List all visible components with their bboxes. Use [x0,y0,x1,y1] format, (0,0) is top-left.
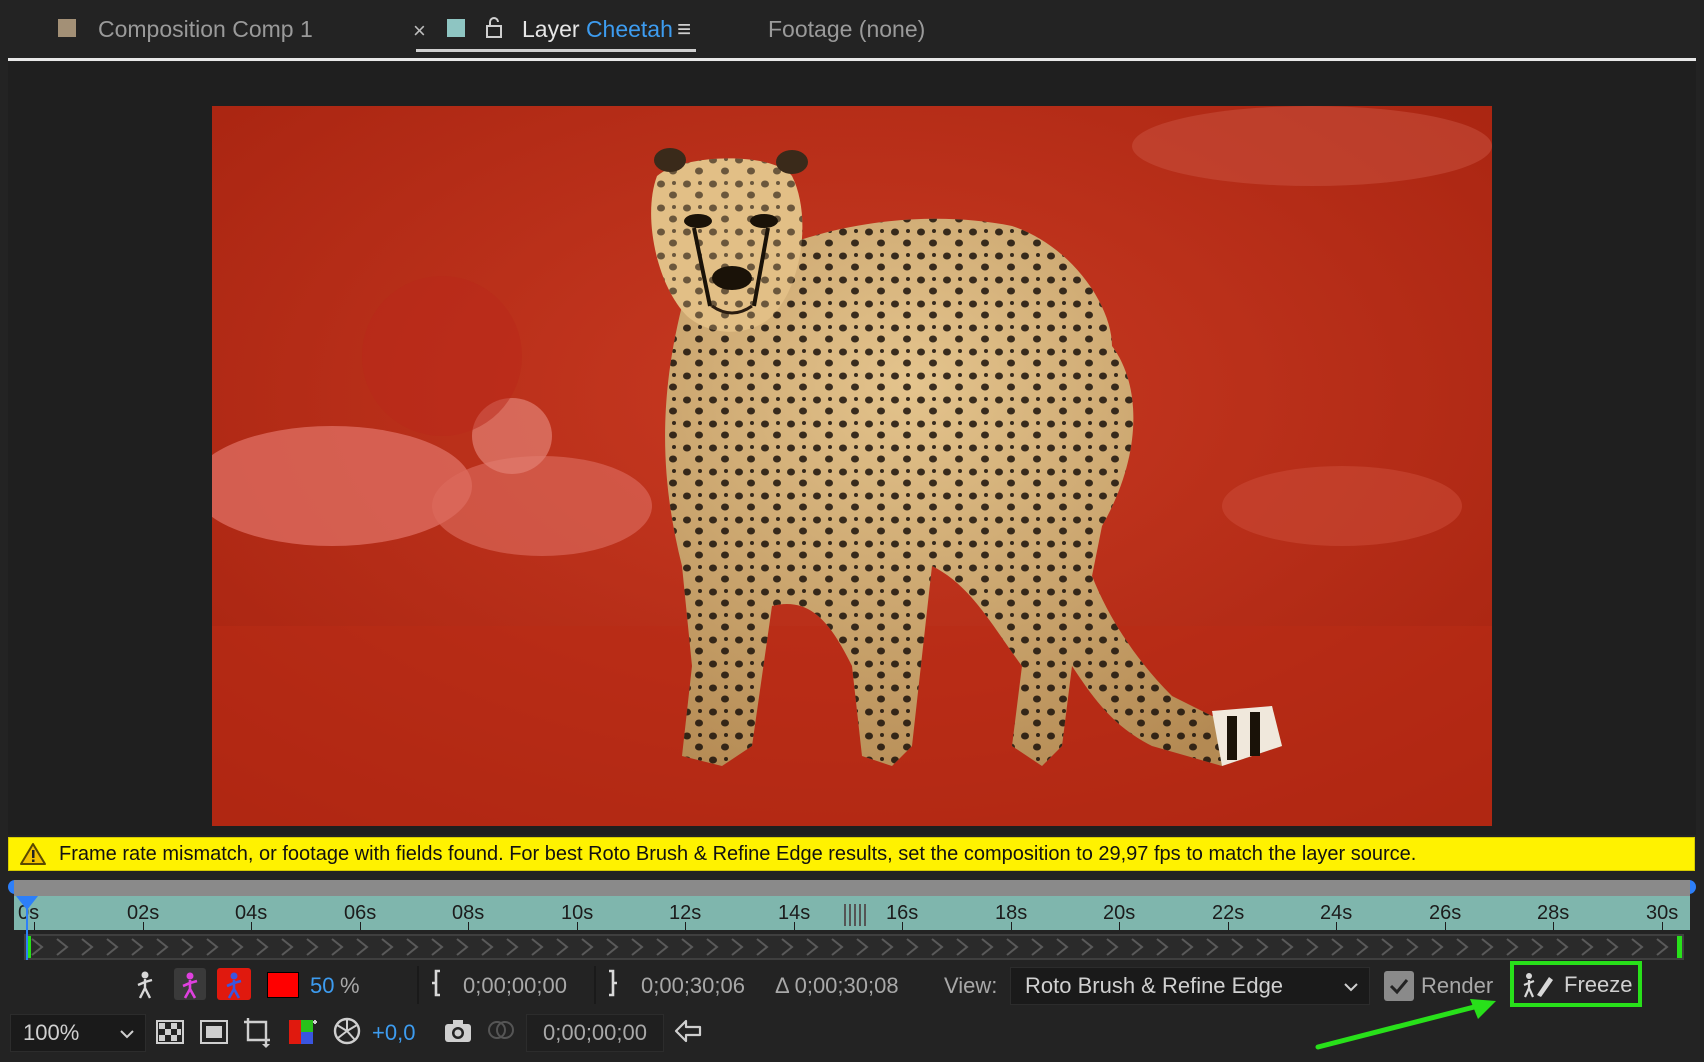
tab-layer[interactable]: Layer Cheetah [522,16,673,43]
composition-color-swatch [58,19,76,37]
set-in-point-icon[interactable] [430,968,446,1003]
set-out-point-icon[interactable] [603,968,619,1003]
snapshot-camera-icon[interactable] [443,1018,473,1049]
transparency-grid-icon[interactable] [156,1020,184,1049]
tab-footage[interactable]: Footage (none) [768,16,925,43]
overlay-color-swatch[interactable] [267,972,299,998]
cheetah-roto-preview [212,106,1492,826]
mask-visibility-icon[interactable] [200,1020,228,1049]
overlay-opacity-unit: % [340,973,360,998]
ruler-tick-mark [143,922,144,930]
overlay-opacity-value[interactable]: 50 [310,973,334,999]
channel-color-icon[interactable] [287,1016,319,1053]
current-time-field[interactable]: 0;00;00;00 [526,1014,664,1052]
view-label: View: [944,973,998,998]
frame-rate-warning-bar: Frame rate mismatch, or footage with fie… [8,837,1695,871]
zoom-value: 100% [23,1020,80,1045]
warning-message: Frame rate mismatch, or footage with fie… [59,843,1417,865]
ruler-tick-mark [1336,922,1337,930]
current-time-value: 0;00;00;00 [543,1020,647,1045]
view-dropdown-value: Roto Brush & Refine Edge [1025,973,1284,998]
ruler-grip-icon[interactable] [844,904,866,926]
ruler-tick-mark [251,922,252,930]
work-area-bar[interactable] [14,880,1690,896]
ruler-tick-mark [577,922,578,930]
current-time-indicator-line [26,906,28,960]
annotation-arrow [1315,999,1496,1050]
propagation-chevrons [26,936,1682,958]
tab-menu-icon[interactable]: ≡ [677,16,691,44]
viewer-tab-bar: Composition Comp 1 × Layer Cheetah ≡ Foo… [0,0,1704,62]
chevron-down-icon [119,1027,135,1045]
region-of-interest-icon[interactable] [242,1016,274,1053]
ruler-tick-mark [34,922,35,930]
ruler-tick-mark [1119,922,1120,930]
ruler-tick-mark [1228,922,1229,930]
freeze-label: Freeze [1564,972,1633,997]
show-snapshot-icon[interactable] [486,1016,516,1049]
ruler-tick-mark [794,922,795,930]
layer-frame-image[interactable] [212,106,1492,826]
freeze-brush-icon [1522,971,1556,1004]
in-point-time[interactable]: 0;00;00;00 [463,973,567,999]
toggle-alpha-icon[interactable] [174,968,206,1000]
lock-icon[interactable] [484,16,504,43]
ruler-tick-mark [1662,922,1663,930]
exposure-value[interactable]: +0,0 [372,1020,415,1046]
time-ruler[interactable]: 0s 02s 04s 06s 08s 10s 12s 14s 16s 18s 20s 22s 24s 26… [14,896,1690,930]
close-tab-icon[interactable]: × [413,18,426,44]
show-snapshot-person-icon[interactable] [133,970,157,1005]
warning-icon [19,842,47,871]
ruler-tick-mark [685,922,686,930]
exposure-reset-icon[interactable] [332,1016,362,1051]
separator [417,966,419,1004]
ruler-tick-mark [902,922,903,930]
out-point-time[interactable]: 0;00;30;06 [641,973,745,999]
ruler-tick-mark [1553,922,1554,930]
tab-composition[interactable]: Composition Comp 1 [98,16,313,43]
tab-layer-prefix: Layer [522,16,580,42]
zoom-dropdown[interactable]: 100% [10,1014,146,1052]
duration-readout: Δ 0;00;30;08 [775,973,899,998]
freeze-button[interactable]: Freeze [1510,961,1642,1007]
ruler-tick-mark [468,922,469,930]
sync-arrow-icon[interactable] [672,1016,704,1051]
layer-color-swatch [447,19,465,37]
active-tab-underline [416,49,696,52]
ruler-tick-mark [1011,922,1012,930]
roto-propagation-track[interactable] [24,934,1684,960]
ruler-tick-mark [1445,922,1446,930]
ruler-tick-mark [360,922,361,930]
panel-divider [8,58,1696,61]
tab-layer-name: Cheetah [585,16,673,42]
separator [594,966,596,1004]
toggle-overlay-icon[interactable] [217,968,251,1000]
